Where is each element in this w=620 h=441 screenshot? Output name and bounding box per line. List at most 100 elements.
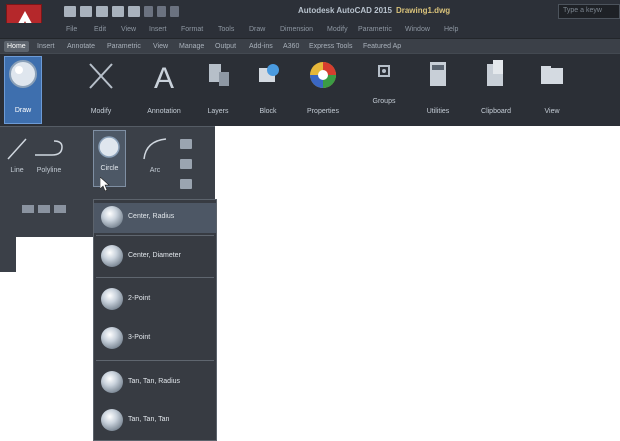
- menu-draw[interactable]: Draw: [249, 26, 265, 33]
- circle-option-label: Center, Radius: [128, 213, 175, 220]
- tab-express-tools[interactable]: Express Tools: [306, 41, 355, 52]
- menu-parametric[interactable]: Parametric: [358, 26, 392, 33]
- file-name: Drawing1.dwg: [395, 6, 451, 15]
- rectangle-icon[interactable]: [180, 139, 192, 149]
- app-name: Autodesk AutoCAD 2015: [298, 6, 392, 15]
- menu-edit[interactable]: Edit: [94, 26, 106, 33]
- groups-panel-label: Groups: [372, 98, 396, 105]
- tab-add-ins[interactable]: Add-ins: [246, 41, 276, 52]
- ribbon-panel-annotation[interactable]: A Annotation: [143, 58, 185, 122]
- tab-view[interactable]: View: [150, 41, 171, 52]
- circle-option-label: Center, Diameter: [128, 252, 181, 259]
- menu-help[interactable]: Help: [444, 26, 458, 33]
- menu-insert[interactable]: Insert: [149, 26, 167, 33]
- tab-parametric[interactable]: Parametric: [104, 41, 144, 52]
- circle-option-tan-tan-radius[interactable]: Tan, Tan, Radius: [94, 368, 216, 398]
- hatch-icon[interactable]: [180, 159, 192, 169]
- table-icon[interactable]: [38, 205, 50, 213]
- utilities-panel-label: Utilities: [426, 108, 450, 115]
- annotation-text-icon: A: [154, 62, 174, 94]
- circle-icon: [98, 136, 120, 158]
- ribbon-panel-properties[interactable]: Properties: [300, 58, 346, 122]
- properties-color-wheel-icon: [310, 62, 336, 88]
- tab-output[interactable]: Output: [212, 41, 239, 52]
- polyline-tool[interactable]: Polyline: [32, 137, 66, 177]
- ribbon-panel-layers[interactable]: Layers: [200, 58, 236, 122]
- circle-center-diameter-icon: [101, 245, 123, 267]
- drawing-area-left: [16, 237, 93, 272]
- title-bar: Autodesk AutoCAD 2015 Drawing1.dwg Type a…: [0, 0, 620, 38]
- menu-bar: File Edit View Insert Format Tools Draw …: [0, 23, 620, 38]
- circle-option-center-radius[interactable]: Center, Radius: [94, 203, 216, 233]
- tab-insert[interactable]: Insert: [34, 41, 58, 52]
- arc-tool[interactable]: Arc: [140, 137, 170, 177]
- circle-option-tan-tan-tan[interactable]: Tan, Tan, Tan: [94, 406, 216, 436]
- ribbon-panel-clipboard[interactable]: Clipboard: [474, 58, 518, 122]
- circle-option-label: 3-Point: [128, 334, 151, 341]
- menu-window[interactable]: Window: [405, 26, 430, 33]
- menu-dimension[interactable]: Dimension: [280, 26, 313, 33]
- annotation-panel-label: Annotation: [147, 108, 181, 115]
- undo-icon[interactable]: [144, 6, 153, 17]
- mouse-cursor-icon: [100, 177, 110, 191]
- line-tool[interactable]: Line: [4, 137, 30, 177]
- tab-featured-apps[interactable]: Featured Ap: [360, 41, 404, 52]
- quick-access-toolbar: [64, 6, 179, 18]
- ribbon-panel-utilities[interactable]: Utilities: [422, 58, 454, 122]
- draw-circle-icon: [9, 60, 37, 88]
- dropdown-separator: [96, 277, 214, 278]
- ribbon-panel-draw[interactable]: Draw: [4, 56, 42, 124]
- search-input[interactable]: Type a keyw: [558, 4, 620, 19]
- circle-option-3-point[interactable]: 3-Point: [94, 324, 216, 354]
- dropdown-separator: [96, 360, 214, 361]
- modify-icon: [89, 63, 113, 89]
- circle-option-label: Tan, Tan, Radius: [128, 378, 181, 385]
- menu-view[interactable]: View: [121, 26, 136, 33]
- menu-format[interactable]: Format: [181, 26, 203, 33]
- polyline-label: Polyline: [36, 167, 62, 174]
- tab-a360[interactable]: A360: [280, 41, 302, 52]
- ribbon-tab-bar: Home Insert Annotate Parametric View Man…: [0, 38, 620, 53]
- svg-text:A: A: [154, 62, 174, 94]
- save-icon[interactable]: [96, 6, 108, 17]
- block-icon: [259, 64, 279, 82]
- ribbon-panel-modify[interactable]: Modify: [82, 58, 120, 122]
- menu-tools[interactable]: Tools: [218, 26, 234, 33]
- ribbon-panel-groups[interactable]: Groups: [366, 58, 402, 122]
- region-icon[interactable]: [22, 205, 34, 213]
- arc-icon: [143, 138, 167, 160]
- circle-3-point-icon: [101, 327, 123, 349]
- menu-modify[interactable]: Modify: [327, 26, 348, 33]
- plot-icon[interactable]: [128, 6, 140, 17]
- save-as-icon[interactable]: [112, 6, 124, 17]
- modify-panel-label: Modify: [90, 108, 112, 115]
- circle-2-point-icon: [101, 288, 123, 310]
- circle-button[interactable]: Circle: [93, 130, 126, 191]
- line-label: Line: [10, 167, 24, 174]
- tab-annotate[interactable]: Annotate: [64, 41, 98, 52]
- tab-manage[interactable]: Manage: [176, 41, 207, 52]
- clipboard-panel-label: Clipboard: [481, 108, 511, 115]
- menu-file[interactable]: File: [66, 26, 77, 33]
- ribbon-panel-block[interactable]: Block: [250, 58, 286, 122]
- block-panel-label: Block: [259, 108, 277, 115]
- view-panel-label: View: [544, 108, 560, 115]
- workspace-dropdown-icon[interactable]: [170, 6, 179, 17]
- arc-label: Arc: [149, 167, 161, 174]
- circle-options-dropdown: Center, Radius Center, Diameter 2-Point …: [93, 199, 217, 441]
- circle-tan-tan-tan-icon: [101, 409, 123, 431]
- open-icon[interactable]: [80, 6, 92, 17]
- drawing-canvas[interactable]: [217, 126, 620, 441]
- groups-icon: [378, 65, 390, 77]
- point-icon[interactable]: [54, 205, 66, 213]
- redo-icon[interactable]: [157, 6, 166, 17]
- ellipse-icon[interactable]: [180, 179, 192, 189]
- circle-option-center-diameter[interactable]: Center, Diameter: [94, 242, 216, 272]
- circle-option-2-point[interactable]: 2-Point: [94, 285, 216, 315]
- layers-icon: [209, 64, 229, 86]
- new-icon[interactable]: [64, 6, 76, 17]
- clipboard-icon: [487, 60, 503, 86]
- ribbon-panel-view[interactable]: View: [532, 58, 572, 122]
- ribbon: Draw Modify A Annotation Layers Block Pr…: [0, 53, 620, 126]
- tab-home[interactable]: Home: [4, 41, 29, 52]
